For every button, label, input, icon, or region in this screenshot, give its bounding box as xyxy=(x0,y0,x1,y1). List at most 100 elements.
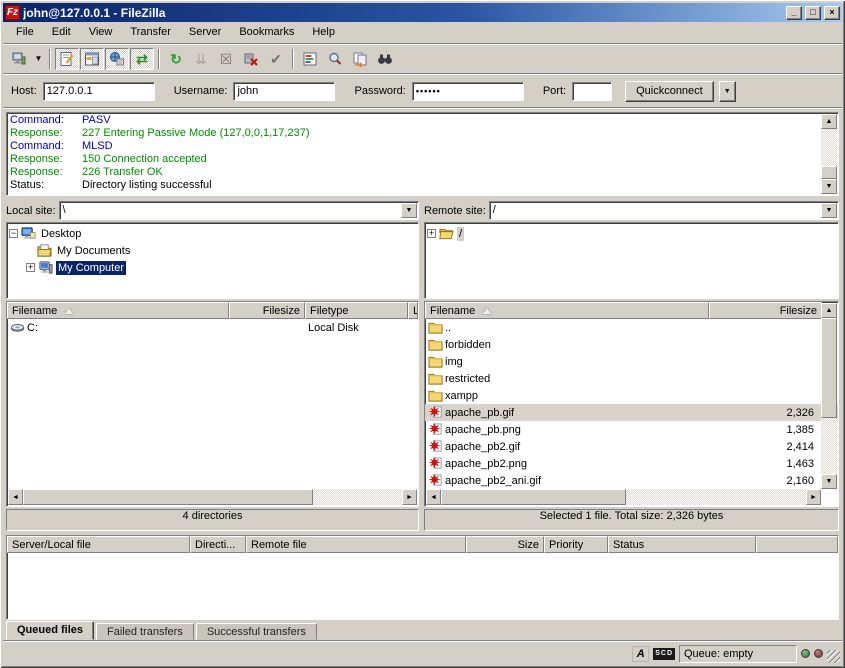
queue-size-text: Queue: empty xyxy=(684,648,753,660)
file-row[interactable]: xampp xyxy=(425,387,838,404)
site-manager-button[interactable] xyxy=(7,48,31,70)
synchronized-browsing-button[interactable] xyxy=(348,48,372,70)
disconnect-button[interactable] xyxy=(239,48,263,70)
combo-dropdown-button[interactable]: ▼ xyxy=(401,203,417,218)
remote-vertical-scrollbar[interactable]: ▲ ▼ xyxy=(821,303,837,489)
cancel-operation-button[interactable]: ☒ xyxy=(214,48,238,70)
quickconnect-button[interactable]: Quickconnect xyxy=(625,81,714,102)
tree-node-my-documents[interactable]: My Documents xyxy=(9,242,416,259)
resize-grip[interactable] xyxy=(827,650,840,663)
column-header-priority[interactable]: Priority xyxy=(544,536,608,553)
close-button[interactable]: × xyxy=(824,6,840,20)
scroll-track[interactable] xyxy=(626,489,806,505)
search-button[interactable] xyxy=(323,48,347,70)
expand-icon[interactable]: + xyxy=(26,263,35,272)
minimize-button[interactable]: _ xyxy=(786,6,802,20)
process-queue-button[interactable]: ⇊ xyxy=(189,48,213,70)
local-horizontal-scrollbar[interactable]: ◄ ► xyxy=(8,489,417,505)
file-row-c-drive[interactable]: C: Local Disk xyxy=(7,319,418,336)
column-header-size[interactable]: Size xyxy=(466,536,544,553)
scroll-left-button[interactable]: ◄ xyxy=(8,489,23,505)
menu-file[interactable]: File xyxy=(7,24,43,40)
tree-node-my-computer[interactable]: + My Computer xyxy=(9,259,416,276)
transfer-queue[interactable]: Server/Local file Directi... Remote file… xyxy=(6,535,839,620)
menu-view[interactable]: View xyxy=(80,24,122,40)
send-led-icon xyxy=(814,649,823,658)
column-header-direction[interactable]: Directi... xyxy=(190,536,246,553)
tree-node-root[interactable]: + / xyxy=(427,225,836,242)
password-input[interactable] xyxy=(412,82,524,101)
file-row[interactable]: .. xyxy=(425,319,838,336)
refresh-button[interactable]: ↻ xyxy=(164,48,188,70)
collapse-icon[interactable]: − xyxy=(9,229,18,238)
reconnect-button[interactable]: ✔ xyxy=(264,48,288,70)
chevron-down-icon: ▼ xyxy=(35,51,43,67)
menu-transfer[interactable]: Transfer xyxy=(121,24,180,40)
file-row[interactable]: apache_pb.png 1,385 xyxy=(425,421,838,438)
maximize-button[interactable]: □ xyxy=(805,6,821,20)
file-row[interactable]: apache_pb2_ani.gif 2,160 xyxy=(425,472,838,489)
scroll-thumb[interactable] xyxy=(23,489,313,505)
column-header-filename[interactable]: Filename xyxy=(425,302,709,319)
remote-directory-tree[interactable]: + / xyxy=(424,222,839,299)
scroll-right-button[interactable]: ► xyxy=(806,489,821,505)
column-header-remote-file[interactable]: Remote file xyxy=(246,536,466,553)
toggle-transfer-queue-button[interactable]: ⇄ xyxy=(130,48,154,70)
file-row-selected[interactable]: apache_pb.gif 2,326 xyxy=(425,404,838,421)
filter-button[interactable] xyxy=(298,48,322,70)
column-header-status[interactable]: Status xyxy=(608,536,756,553)
find-files-button[interactable] xyxy=(373,48,397,70)
toggle-remote-tree-button[interactable] xyxy=(105,48,129,70)
scroll-up-button[interactable]: ▲ xyxy=(821,303,837,318)
log-vertical-scrollbar[interactable]: ▲ ▼ xyxy=(821,114,837,194)
column-header-last-modified[interactable]: L xyxy=(408,302,418,319)
message-log[interactable]: Command: PASV Response: 227 Entering Pas… xyxy=(6,112,839,196)
menu-edit[interactable]: Edit xyxy=(43,24,80,40)
column-header-filesize[interactable]: Filesize xyxy=(709,302,822,319)
file-row[interactable]: apache_pb2.gif 2,414 xyxy=(425,438,838,455)
toggle-message-log-button[interactable] xyxy=(55,48,79,70)
local-directory-tree[interactable]: − Desktop My Documents + xyxy=(6,222,419,299)
file-row[interactable]: apache_pb2.png 1,463 xyxy=(425,455,838,472)
scroll-right-button[interactable]: ► xyxy=(402,489,417,505)
username-input[interactable] xyxy=(233,82,335,101)
expand-icon[interactable]: + xyxy=(427,229,436,238)
file-row[interactable]: restricted xyxy=(425,370,838,387)
local-file-list[interactable]: Filename Filesize Filetype L xyxy=(6,301,419,507)
tab-failed-transfers[interactable]: Failed transfers xyxy=(96,623,194,640)
tree-node-desktop[interactable]: − Desktop xyxy=(9,225,416,242)
remote-file-list[interactable]: Filename Filesize .. forbidden img xyxy=(424,301,839,507)
menu-bookmarks[interactable]: Bookmarks xyxy=(230,24,303,40)
file-row[interactable]: img xyxy=(425,353,838,370)
column-header-filename[interactable]: Filename xyxy=(7,302,229,319)
toggle-local-tree-button[interactable] xyxy=(80,48,104,70)
menu-help[interactable]: Help xyxy=(303,24,344,40)
tab-successful-transfers[interactable]: Successful transfers xyxy=(196,623,317,640)
remote-site-combobox[interactable]: / ▼ xyxy=(489,201,839,220)
scroll-thumb[interactable] xyxy=(821,166,837,179)
site-manager-dropdown-button[interactable]: ▼ xyxy=(32,48,45,70)
local-site-combobox[interactable]: \ ▼ xyxy=(59,201,419,220)
file-row[interactable]: forbidden xyxy=(425,336,838,353)
title-bar[interactable]: Fz john@127.0.0.1 - FileZilla _ □ × xyxy=(3,3,842,22)
scroll-down-button[interactable]: ▼ xyxy=(821,179,837,194)
menu-server[interactable]: Server xyxy=(180,24,230,40)
column-header-filesize[interactable]: Filesize xyxy=(229,302,305,319)
port-input[interactable] xyxy=(572,82,612,101)
scroll-left-button[interactable]: ◄ xyxy=(426,489,441,505)
scroll-track[interactable] xyxy=(821,129,837,166)
column-header-server-local-file[interactable]: Server/Local file xyxy=(7,536,190,553)
scroll-down-button[interactable]: ▼ xyxy=(821,474,837,489)
remote-horizontal-scrollbar[interactable]: ◄ ► xyxy=(426,489,821,505)
scroll-thumb[interactable] xyxy=(821,318,837,418)
column-header-filetype[interactable]: Filetype xyxy=(305,302,408,319)
tab-queued-files[interactable]: Queued files xyxy=(6,621,94,640)
quickconnect-dropdown-button[interactable]: ▼ xyxy=(719,81,736,102)
scroll-thumb[interactable] xyxy=(441,489,626,505)
combo-dropdown-button[interactable]: ▼ xyxy=(821,203,837,218)
scroll-track[interactable] xyxy=(821,418,837,474)
host-input[interactable] xyxy=(43,82,155,101)
scroll-up-button[interactable]: ▲ xyxy=(821,114,837,129)
image-file-icon xyxy=(428,439,443,454)
scroll-track[interactable] xyxy=(313,489,402,505)
